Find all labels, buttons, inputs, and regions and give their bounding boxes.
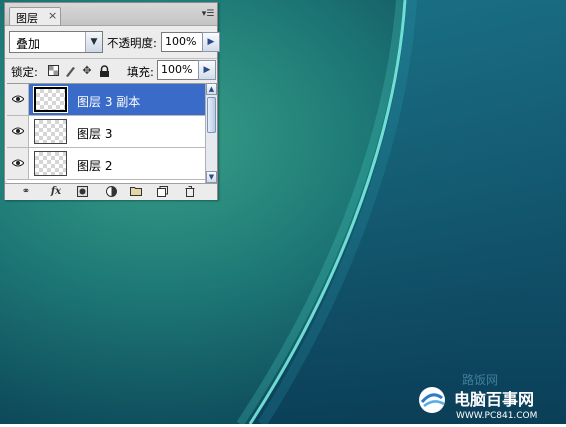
trash-icon[interactable] <box>183 186 197 198</box>
layers-list: 图层 3 副本 图层 3 图层 2 <box>7 83 205 184</box>
layer-main[interactable]: 图层 3 <box>29 116 205 147</box>
link-icon[interactable]: ⚭ <box>17 186 35 198</box>
layer-name: 图层 3 <box>77 127 113 141</box>
visibility-toggle[interactable] <box>7 84 29 115</box>
chevron-down-icon[interactable]: ▼ <box>85 32 102 52</box>
eye-icon <box>12 159 24 167</box>
panel-menu-icon[interactable]: ▾☰ <box>201 7 215 21</box>
layer-main[interactable]: 图层 3 副本 <box>29 84 205 115</box>
tab-layers[interactable]: 图层 × <box>9 7 61 25</box>
panel-bottom-bar: ⚭ fx <box>5 183 217 200</box>
fx-icon[interactable]: fx <box>47 186 65 198</box>
blend-opacity-row: 叠加 ▼ 不透明度: 100% ▶ <box>9 31 220 55</box>
fill-input[interactable]: 100% <box>157 60 199 80</box>
lock-all-icon[interactable] <box>98 65 110 77</box>
eye-icon <box>12 127 24 135</box>
opacity-slider-button[interactable]: ▶ <box>202 32 220 52</box>
panel-titlebar[interactable]: 图层 × ▾☰ <box>5 3 217 26</box>
layer-row[interactable]: 图层 3 <box>7 116 205 148</box>
scroll-down-icon[interactable]: ▼ <box>206 171 217 183</box>
watermark-brand: 电脑百事网 <box>454 390 534 409</box>
watermark: 路饭网 电脑百事网 WWW.PC841.COM <box>410 372 566 424</box>
layer-name: 图层 3 副本 <box>77 95 141 109</box>
watermark-logo: 路饭网 电脑百事网 WWW.PC841.COM <box>419 372 537 421</box>
layers-scrollbar[interactable]: ▲ ▼ <box>205 83 217 183</box>
tab-layers-label: 图层 <box>16 12 38 25</box>
eye-icon <box>12 95 24 103</box>
visibility-toggle[interactable] <box>7 116 29 147</box>
fill-label: 填充: <box>127 65 154 79</box>
layers-panel: 图层 × ▾☰ 叠加 ▼ 不透明度: 100% ▶ 锁定: ✥ 填充: 100%… <box>4 2 220 200</box>
mask-icon[interactable] <box>75 186 89 198</box>
layer-name: 图层 2 <box>77 159 113 173</box>
layer-thumbnail <box>33 86 68 113</box>
adjustment-icon[interactable] <box>103 186 119 198</box>
layer-thumbnail <box>34 151 67 176</box>
close-icon[interactable]: × <box>48 9 57 22</box>
watermark-faded-text: 路饭网 <box>462 372 498 387</box>
opacity-input[interactable]: 100% <box>161 32 203 52</box>
blend-mode-value: 叠加 <box>16 37 41 51</box>
lock-move-icon[interactable]: ✥ <box>81 65 93 77</box>
group-icon[interactable] <box>129 186 143 198</box>
lock-label: 锁定: <box>11 65 38 79</box>
layer-row[interactable]: 图层 3 副本 <box>7 84 205 116</box>
scroll-thumb[interactable] <box>207 97 216 133</box>
scroll-up-icon[interactable]: ▲ <box>206 83 217 95</box>
fill-slider-button[interactable]: ▶ <box>198 60 216 80</box>
visibility-toggle[interactable] <box>7 148 29 179</box>
lock-transparent-icon[interactable] <box>47 65 59 77</box>
new-layer-icon[interactable] <box>155 186 169 198</box>
blend-mode-select[interactable]: 叠加 ▼ <box>9 31 103 53</box>
watermark-url: WWW.PC841.COM <box>456 411 537 421</box>
opacity-label: 不透明度: <box>107 36 157 50</box>
layer-row[interactable]: 图层 2 <box>7 148 205 180</box>
layer-main[interactable]: 图层 2 <box>29 148 205 179</box>
lock-brush-icon[interactable] <box>64 65 76 77</box>
divider <box>5 58 217 59</box>
layer-thumbnail <box>34 119 67 144</box>
